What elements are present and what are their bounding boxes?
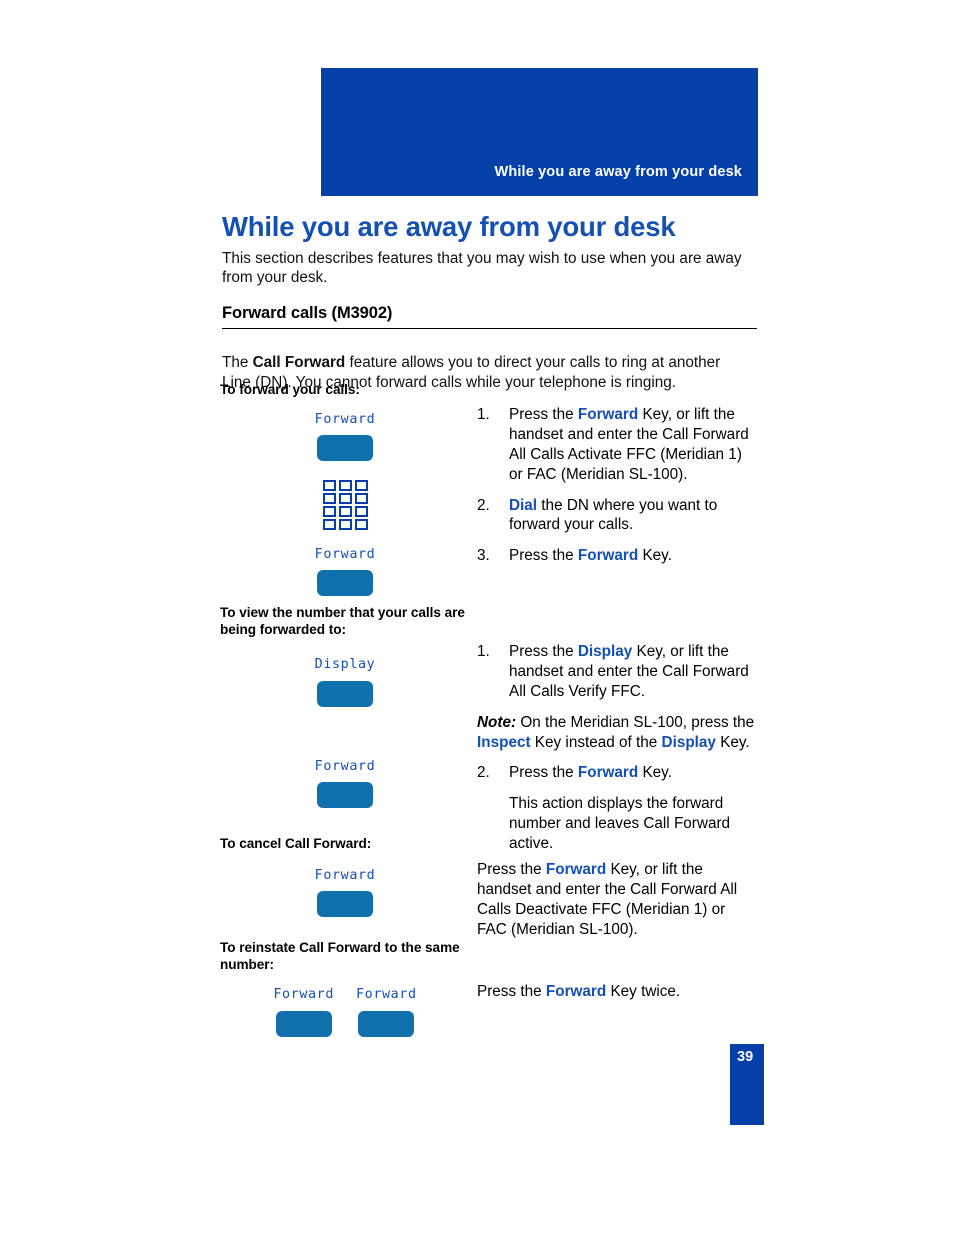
key-label-forward: Forward <box>314 546 376 562</box>
step-number: 2. <box>477 764 490 782</box>
key-illustration-forward-5[interactable]: Forward <box>273 987 334 1037</box>
section-cancel-call-forward-left: To cancel Call Forward: Forward <box>220 836 470 917</box>
section-title: Forward calls (M3902) <box>222 303 393 322</box>
step-number: 3. <box>477 547 490 565</box>
dialpad-icon[interactable] <box>322 479 368 530</box>
step-list-view-forward-number: 1. Press the Display Key, or lift the ha… <box>477 642 759 854</box>
key-illustration-display[interactable]: Display <box>220 657 470 707</box>
lead-bold-term: Call Forward <box>252 353 346 371</box>
step-item: 1. Press the Display Key, or lift the ha… <box>477 642 759 702</box>
soft-key-icon[interactable] <box>358 1010 415 1037</box>
page-intro-block: While you are away from your desk This s… <box>222 211 758 393</box>
step-text: Press the Display Key, or lift the hands… <box>509 643 749 700</box>
section-reinstate-call-forward-steps: Press the Forward Key twice. <box>477 982 759 1013</box>
intro-paragraph: This section describes features that you… <box>222 249 742 287</box>
note-text: Note: On the Meridian SL-100, press the … <box>477 713 755 751</box>
step-item: 1. Press the Forward Key, or lift the ha… <box>477 405 759 485</box>
key-label-forward: Forward <box>314 867 376 883</box>
soft-key-icon[interactable] <box>317 890 373 917</box>
key-illustration-forward-1[interactable]: Forward <box>220 411 470 461</box>
step-text: Press the Forward Key, or lift the hands… <box>509 406 749 483</box>
instruction-text: Press the Forward Key, or lift the hands… <box>477 861 738 938</box>
step-detail-text: This action displays the forward number … <box>509 795 731 852</box>
step-item: 2. Press the Forward Key. <box>477 763 759 783</box>
key-illustration-forward-4[interactable]: Forward <box>220 867 470 917</box>
section-forward-your-calls-left: To forward your calls: Forward Forward <box>220 382 470 597</box>
lead-text-part1: The <box>222 353 253 371</box>
soft-key-icon[interactable] <box>317 680 373 707</box>
key-illustration-forward-2[interactable]: Forward <box>220 546 470 597</box>
key-illustration-forward-6[interactable]: Forward <box>356 987 417 1037</box>
step-item: 2. Dial the DN where you want to forward… <box>477 496 759 536</box>
key-illustration-forward-pair: Forward Forward <box>220 987 470 1037</box>
page-header-band: While you are away from your desk <box>321 68 758 196</box>
subheading-forward-your-calls: To forward your calls: <box>220 382 360 397</box>
page-number-tab: 39 <box>730 1044 764 1125</box>
page-number: 39 <box>737 1049 754 1065</box>
note-item: Note: On the Meridian SL-100, press the … <box>477 713 759 753</box>
step-item: 3. Press the Forward Key. <box>477 546 759 566</box>
subheading-view-forward-number: To view the number that your calls are b… <box>220 605 465 637</box>
step-detail-item: This action displays the forward number … <box>477 794 759 854</box>
step-text: Press the Forward Key. <box>509 547 672 565</box>
soft-key-icon[interactable] <box>317 434 373 461</box>
section-divider <box>222 327 757 329</box>
key-label-forward: Forward <box>356 987 417 1003</box>
soft-key-icon[interactable] <box>317 781 373 808</box>
key-label-forward: Forward <box>314 411 376 427</box>
key-label-forward: Forward <box>314 758 376 774</box>
step-list-forward-your-calls: 1. Press the Forward Key, or lift the ha… <box>477 405 759 566</box>
section-forward-your-calls-steps: 1. Press the Forward Key, or lift the ha… <box>477 405 759 577</box>
instruction-text: Press the Forward Key twice. <box>477 983 681 1000</box>
soft-key-icon[interactable] <box>317 570 373 597</box>
page-title: While you are away from your desk <box>222 211 676 242</box>
subheading-reinstate-call-forward: To reinstate Call Forward to the same nu… <box>220 940 460 972</box>
key-label-display: Display <box>314 657 376 673</box>
key-illustration-forward-3[interactable]: Forward <box>220 758 470 808</box>
step-number: 2. <box>477 496 490 514</box>
key-label-forward: Forward <box>273 987 334 1003</box>
step-number: 1. <box>477 406 490 423</box>
soft-key-icon[interactable] <box>275 1010 332 1037</box>
subheading-cancel-call-forward: To cancel Call Forward: <box>220 836 372 851</box>
section-view-forward-number-left: To view the number that your calls are b… <box>220 605 470 808</box>
key-illustration-dialpad[interactable] <box>220 479 470 530</box>
section-cancel-call-forward-steps: Press the Forward Key, or lift the hands… <box>477 860 759 951</box>
step-text: Press the Forward Key. <box>509 764 672 782</box>
section-view-forward-number-steps: 1. Press the Display Key, or lift the ha… <box>477 642 759 865</box>
step-number: 1. <box>477 643 490 660</box>
running-header-title: While you are away from your desk <box>494 164 742 180</box>
step-text: Dial the DN where you want to forward yo… <box>509 496 718 534</box>
section-reinstate-call-forward-left: To reinstate Call Forward to the same nu… <box>220 940 470 1037</box>
